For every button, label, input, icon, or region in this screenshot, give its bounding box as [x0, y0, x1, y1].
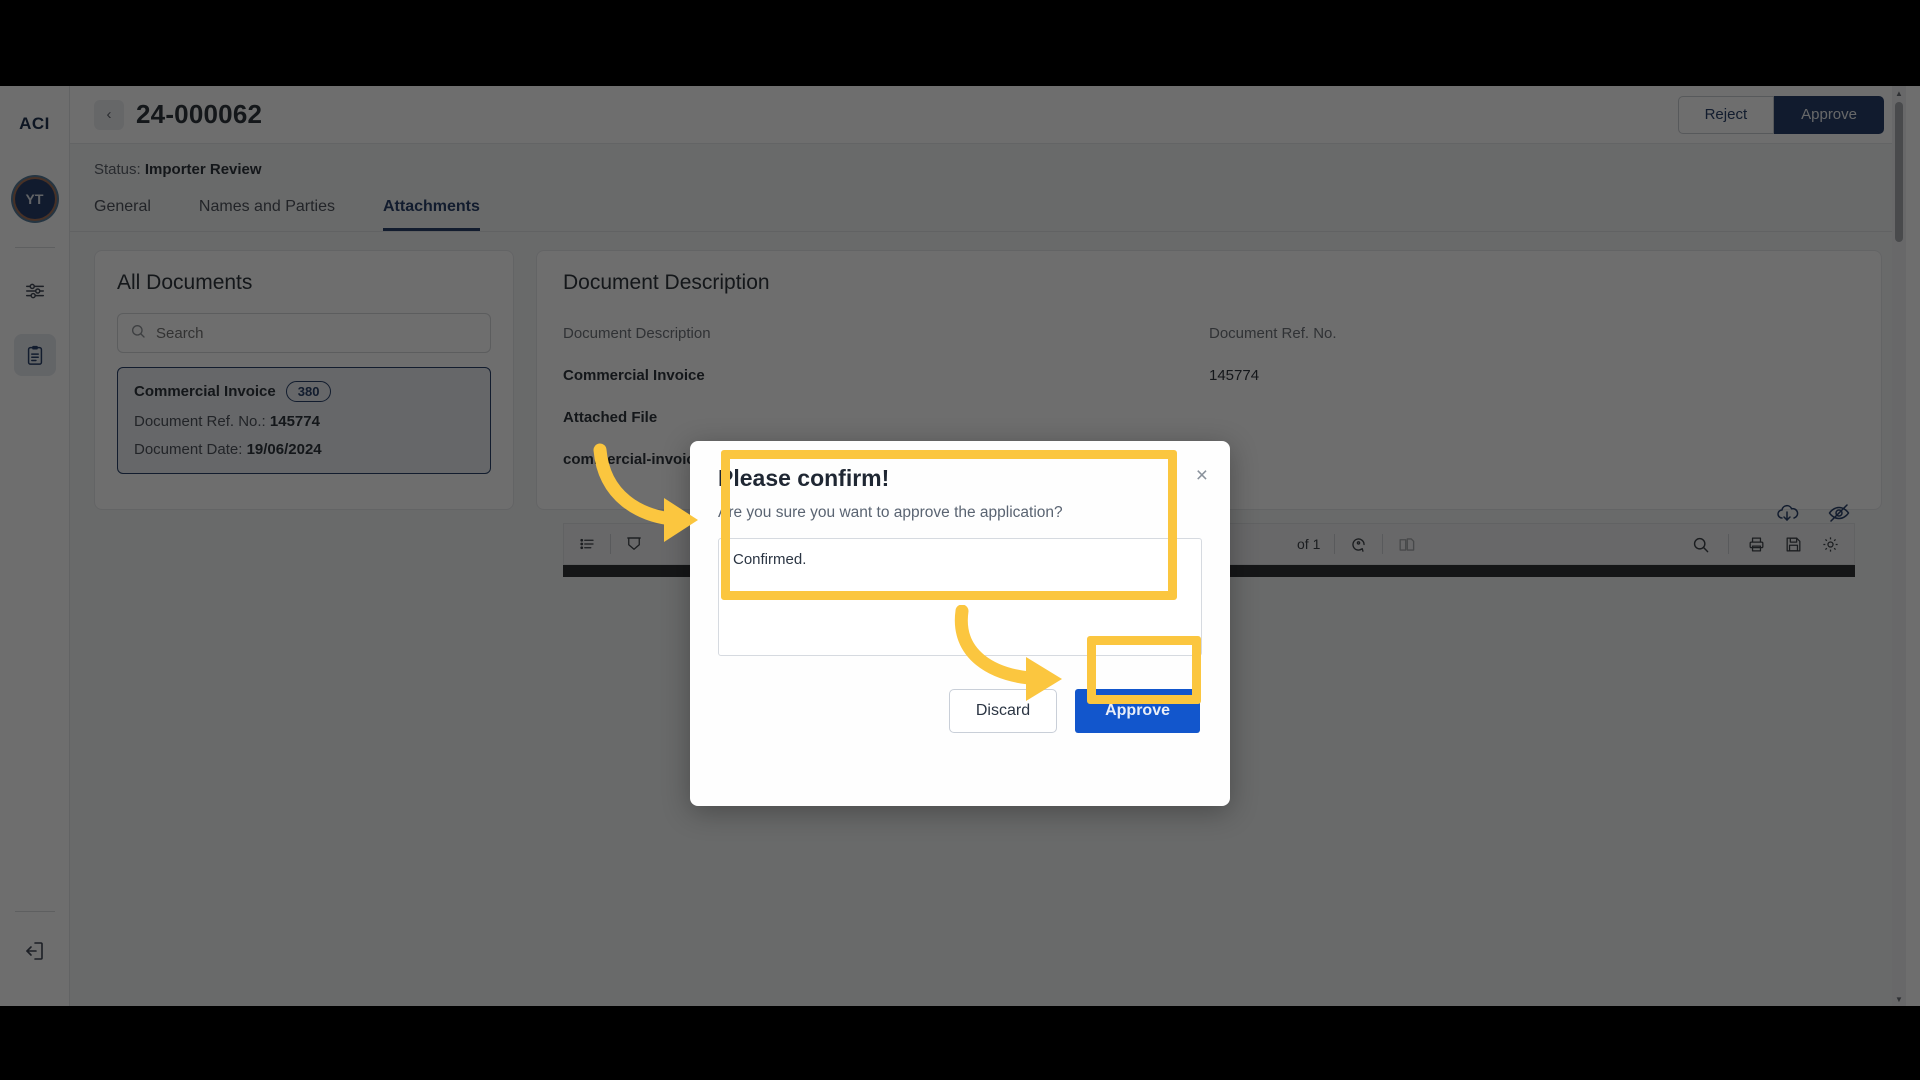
- dialog-actions: Discard Approve: [718, 689, 1202, 733]
- confirm-dialog: × Please confirm! Are you sure you want …: [690, 441, 1230, 806]
- screenshot-root: ACI YT ‹ 24-000062 Reject Approve Status…: [0, 0, 1920, 1080]
- dialog-message: Are you sure you want to approve the app…: [718, 504, 1063, 521]
- modal-overlay: × Please confirm! Are you sure you want …: [0, 86, 1920, 1006]
- close-icon[interactable]: ×: [1196, 465, 1208, 486]
- dialog-title: Please confirm!: [718, 465, 890, 491]
- comment-textarea[interactable]: [718, 538, 1202, 656]
- discard-button[interactable]: Discard: [948, 689, 1058, 733]
- comment-field-wrap: [718, 538, 1202, 661]
- approve-confirm-button[interactable]: Approve: [1075, 689, 1200, 733]
